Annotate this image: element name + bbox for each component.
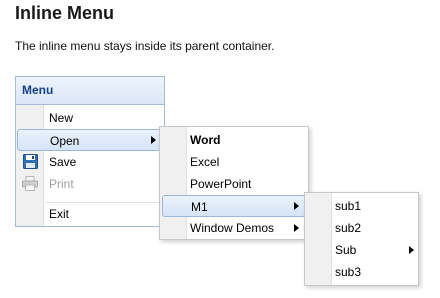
menu-item-label: New xyxy=(49,111,74,125)
menu-item-save[interactable]: Save xyxy=(16,151,164,173)
submenu-item-sub1[interactable]: sub1 xyxy=(305,195,418,217)
menu-item-open[interactable]: Open xyxy=(17,129,163,151)
page-description: The inline menu stays inside its parent … xyxy=(15,39,275,53)
menu-item-label: Save xyxy=(49,155,77,169)
printer-icon xyxy=(22,176,38,198)
menu-item-label: Print xyxy=(49,177,74,191)
submenu-item-sub2[interactable]: sub2 xyxy=(305,217,418,239)
submenu-arrow-icon xyxy=(409,246,414,254)
menu-item-label: Sub xyxy=(335,243,357,257)
menu-item-label: Word xyxy=(190,133,221,147)
submenu-item-sub3[interactable]: sub3 xyxy=(305,261,418,283)
open-submenu: Word Excel PowerPoint M1 Window Demos xyxy=(159,126,309,240)
submenu-item-window-demos[interactable]: Window Demos xyxy=(160,217,308,239)
m1-submenu: sub1 sub2 Sub sub3 xyxy=(304,192,419,286)
submenu-arrow-icon xyxy=(151,136,156,144)
menu-item-new[interactable]: New xyxy=(16,107,164,129)
menu-item-exit[interactable]: Exit xyxy=(16,203,164,225)
menu-item-label: sub3 xyxy=(335,265,362,279)
page-title: Inline Menu xyxy=(15,3,114,23)
menu-item-label: Open xyxy=(50,134,80,148)
menu-item-print: Print xyxy=(16,173,164,195)
submenu-item-excel[interactable]: Excel xyxy=(160,151,308,173)
menu-item-label: Exit xyxy=(49,207,70,221)
menu-item-label: sub2 xyxy=(335,221,362,235)
menu-item-label: PowerPoint xyxy=(190,177,252,191)
submenu-arrow-icon xyxy=(294,202,299,210)
menu-item-label: M1 xyxy=(191,200,208,214)
menu-panel: Menu New Open Save Print Exit xyxy=(15,76,165,227)
submenu-item-word[interactable]: Word xyxy=(160,129,308,151)
submenu-item-sub[interactable]: Sub xyxy=(305,239,418,261)
submenu-item-powerpoint[interactable]: PowerPoint xyxy=(160,173,308,195)
menu-item-label: sub1 xyxy=(335,199,362,213)
panel-header: Menu xyxy=(16,77,164,105)
submenu-arrow-icon xyxy=(294,224,299,232)
menu-item-label: Excel xyxy=(190,155,220,169)
menu-item-label: Window Demos xyxy=(190,221,275,235)
submenu-item-m1[interactable]: M1 xyxy=(162,195,306,217)
